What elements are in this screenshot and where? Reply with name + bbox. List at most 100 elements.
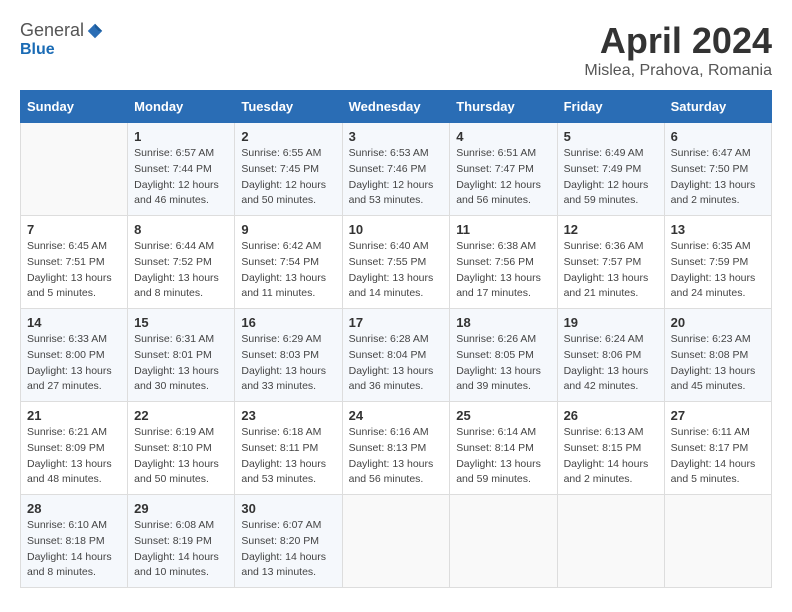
logo-blue: Blue <box>20 41 55 59</box>
day-number: 21 <box>27 408 121 423</box>
weekday-header-thursday: Thursday <box>450 91 557 123</box>
calendar-week-3: 14Sunrise: 6:33 AMSunset: 8:00 PMDayligh… <box>21 309 772 402</box>
day-detail: Sunrise: 6:14 AMSunset: 8:14 PMDaylight:… <box>456 425 550 488</box>
day-number: 29 <box>134 501 228 516</box>
day-number: 20 <box>671 315 765 330</box>
calendar-body: 1 Sunrise: 6:57 AMSunset: 7:44 PMDaylight… <box>21 123 772 588</box>
day-detail: Sunrise: 6:16 AMSunset: 8:13 PMDaylight:… <box>349 425 444 488</box>
day-detail: Sunrise: 6:08 AMSunset: 8:19 PMDaylight:… <box>134 518 228 581</box>
page-header: General Blue April 2024 Mislea, Prahova,… <box>20 20 772 80</box>
day-number: 7 <box>27 222 121 237</box>
day-number: 19 <box>564 315 658 330</box>
calendar-cell: 16Sunrise: 6:29 AMSunset: 8:03 PMDayligh… <box>235 309 342 402</box>
day-detail: Sunrise: 6:24 AMSunset: 8:06 PMDaylight:… <box>564 332 658 395</box>
calendar-cell: 4 Sunrise: 6:51 AMSunset: 7:47 PMDaylight… <box>450 123 557 216</box>
logo-icon <box>86 22 104 40</box>
day-number: 27 <box>671 408 765 423</box>
day-number: 10 <box>349 222 444 237</box>
day-detail: Sunrise: 6:11 AMSunset: 8:17 PMDaylight:… <box>671 425 765 488</box>
weekday-header-wednesday: Wednesday <box>342 91 450 123</box>
location: Mislea, Prahova, Romania <box>584 62 772 80</box>
calendar-cell: 13 Sunrise: 6:35 AMSunset: 7:59 PMDayligh… <box>664 216 771 309</box>
calendar-cell: 2 Sunrise: 6:55 AMSunset: 7:45 PMDaylight… <box>235 123 342 216</box>
day-number: 6 <box>671 129 765 144</box>
day-number: 18 <box>456 315 550 330</box>
calendar-week-5: 28Sunrise: 6:10 AMSunset: 8:18 PMDayligh… <box>21 495 772 588</box>
calendar-cell <box>557 495 664 588</box>
day-detail: Sunrise: 6:45 AMSunset: 7:51 PMDaylight:… <box>27 239 121 302</box>
calendar-cell: 27 Sunrise: 6:11 AMSunset: 8:17 PMDayligh… <box>664 402 771 495</box>
day-number: 12 <box>564 222 658 237</box>
calendar-cell: 10Sunrise: 6:40 AMSunset: 7:55 PMDayligh… <box>342 216 450 309</box>
calendar-cell: 8Sunrise: 6:44 AMSunset: 7:52 PMDaylight… <box>128 216 235 309</box>
weekday-header-friday: Friday <box>557 91 664 123</box>
calendar-cell: 23Sunrise: 6:18 AMSunset: 8:11 PMDayligh… <box>235 402 342 495</box>
day-detail: Sunrise: 6:47 AMSunset: 7:50 PMDaylight:… <box>671 146 765 209</box>
day-number: 13 <box>671 222 765 237</box>
calendar-cell: 1 Sunrise: 6:57 AMSunset: 7:44 PMDaylight… <box>128 123 235 216</box>
calendar-cell: 19 Sunrise: 6:24 AMSunset: 8:06 PMDayligh… <box>557 309 664 402</box>
calendar-header: SundayMondayTuesdayWednesdayThursdayFrid… <box>21 91 772 123</box>
calendar-cell: 11 Sunrise: 6:38 AMSunset: 7:56 PMDayligh… <box>450 216 557 309</box>
day-detail: Sunrise: 6:53 AMSunset: 7:46 PMDaylight:… <box>349 146 444 209</box>
day-detail: Sunrise: 6:23 AMSunset: 8:08 PMDaylight:… <box>671 332 765 395</box>
calendar-cell: 20 Sunrise: 6:23 AMSunset: 8:08 PMDayligh… <box>664 309 771 402</box>
calendar-cell: 7 Sunrise: 6:45 AMSunset: 7:51 PMDaylight… <box>21 216 128 309</box>
day-detail: Sunrise: 6:36 AMSunset: 7:57 PMDaylight:… <box>564 239 658 302</box>
day-detail: Sunrise: 6:26 AMSunset: 8:05 PMDaylight:… <box>456 332 550 395</box>
calendar-cell: 14Sunrise: 6:33 AMSunset: 8:00 PMDayligh… <box>21 309 128 402</box>
day-number: 25 <box>456 408 550 423</box>
day-detail: Sunrise: 6:29 AMSunset: 8:03 PMDaylight:… <box>241 332 335 395</box>
weekday-header-saturday: Saturday <box>664 91 771 123</box>
day-detail: Sunrise: 6:42 AMSunset: 7:54 PMDaylight:… <box>241 239 335 302</box>
day-number: 2 <box>241 129 335 144</box>
day-number: 3 <box>349 129 444 144</box>
day-number: 30 <box>241 501 335 516</box>
calendar-cell <box>664 495 771 588</box>
calendar-week-4: 21Sunrise: 6:21 AMSunset: 8:09 PMDayligh… <box>21 402 772 495</box>
day-number: 26 <box>564 408 658 423</box>
calendar-cell: 22Sunrise: 6:19 AMSunset: 8:10 PMDayligh… <box>128 402 235 495</box>
day-number: 9 <box>241 222 335 237</box>
weekday-header-sunday: Sunday <box>21 91 128 123</box>
calendar-cell <box>450 495 557 588</box>
day-number: 1 <box>134 129 228 144</box>
calendar-cell: 30Sunrise: 6:07 AMSunset: 8:20 PMDayligh… <box>235 495 342 588</box>
day-detail: Sunrise: 6:57 AMSunset: 7:44 PMDaylight:… <box>134 146 228 209</box>
day-detail: Sunrise: 6:51 AMSunset: 7:47 PMDaylight:… <box>456 146 550 209</box>
calendar-cell: 29 Sunrise: 6:08 AMSunset: 8:19 PMDayligh… <box>128 495 235 588</box>
calendar-cell: 24 Sunrise: 6:16 AMSunset: 8:13 PMDayligh… <box>342 402 450 495</box>
title-section: April 2024 Mislea, Prahova, Romania <box>584 20 772 80</box>
calendar-cell: 25 Sunrise: 6:14 AMSunset: 8:14 PMDayligh… <box>450 402 557 495</box>
calendar-cell: 28Sunrise: 6:10 AMSunset: 8:18 PMDayligh… <box>21 495 128 588</box>
calendar-cell: 3 Sunrise: 6:53 AMSunset: 7:46 PMDaylight… <box>342 123 450 216</box>
calendar-cell: 12 Sunrise: 6:36 AMSunset: 7:57 PMDayligh… <box>557 216 664 309</box>
weekday-header-tuesday: Tuesday <box>235 91 342 123</box>
day-detail: Sunrise: 6:18 AMSunset: 8:11 PMDaylight:… <box>241 425 335 488</box>
day-number: 5 <box>564 129 658 144</box>
calendar-cell: 6 Sunrise: 6:47 AMSunset: 7:50 PMDaylight… <box>664 123 771 216</box>
calendar-week-1: 1 Sunrise: 6:57 AMSunset: 7:44 PMDaylight… <box>21 123 772 216</box>
logo: General Blue <box>20 20 104 59</box>
day-number: 17 <box>349 315 444 330</box>
calendar-cell: 21Sunrise: 6:21 AMSunset: 8:09 PMDayligh… <box>21 402 128 495</box>
day-detail: Sunrise: 6:31 AMSunset: 8:01 PMDaylight:… <box>134 332 228 395</box>
day-number: 11 <box>456 222 550 237</box>
weekday-header-monday: Monday <box>128 91 235 123</box>
day-number: 14 <box>27 315 121 330</box>
day-number: 24 <box>349 408 444 423</box>
day-detail: Sunrise: 6:35 AMSunset: 7:59 PMDaylight:… <box>671 239 765 302</box>
day-detail: Sunrise: 6:55 AMSunset: 7:45 PMDaylight:… <box>241 146 335 209</box>
day-detail: Sunrise: 6:28 AMSunset: 8:04 PMDaylight:… <box>349 332 444 395</box>
day-number: 4 <box>456 129 550 144</box>
calendar-cell: 26Sunrise: 6:13 AMSunset: 8:15 PMDayligh… <box>557 402 664 495</box>
month-title: April 2024 <box>584 20 772 62</box>
calendar-cell <box>21 123 128 216</box>
day-number: 15 <box>134 315 228 330</box>
day-number: 22 <box>134 408 228 423</box>
calendar-cell: 17 Sunrise: 6:28 AMSunset: 8:04 PMDayligh… <box>342 309 450 402</box>
day-detail: Sunrise: 6:38 AMSunset: 7:56 PMDaylight:… <box>456 239 550 302</box>
calendar-cell <box>342 495 450 588</box>
weekday-header-row: SundayMondayTuesdayWednesdayThursdayFrid… <box>21 91 772 123</box>
day-number: 28 <box>27 501 121 516</box>
